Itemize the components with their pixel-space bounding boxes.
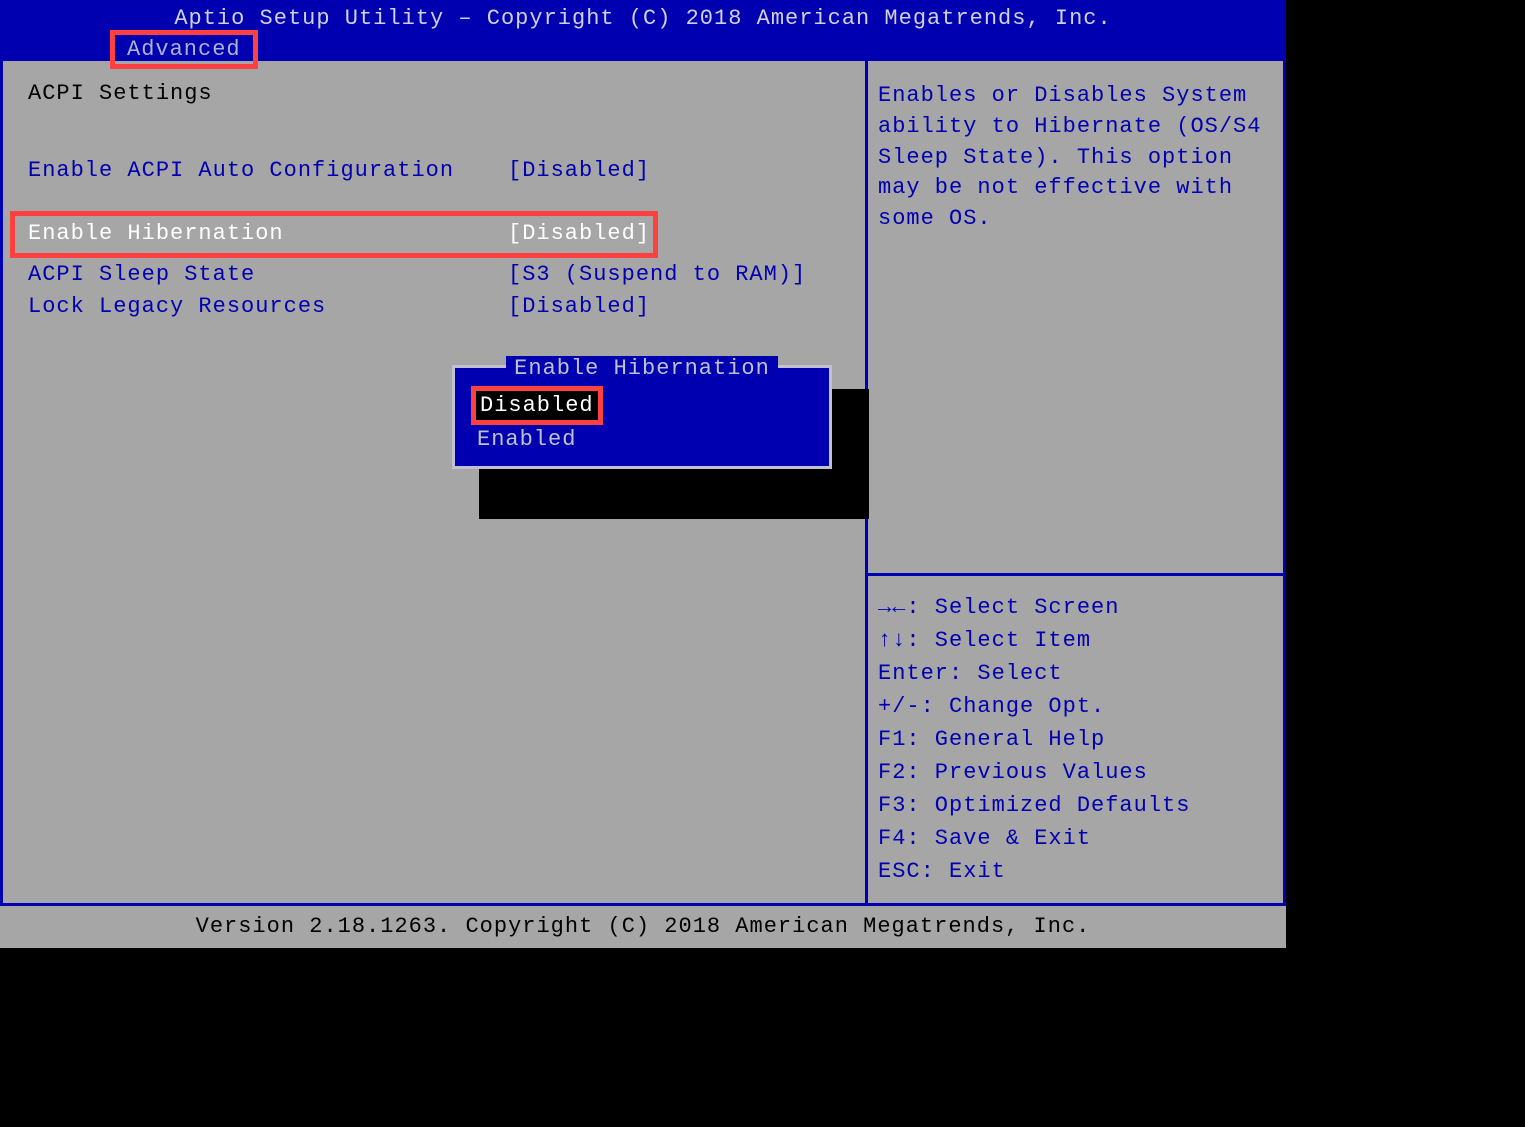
- tab-label: Advanced: [127, 37, 241, 62]
- key-esc-exit: ESC: Exit: [878, 855, 1273, 888]
- setting-value: [Disabled]: [508, 156, 840, 187]
- setting-label: Enable Hibernation: [28, 219, 508, 250]
- header-bar: Aptio Setup Utility – Copyright (C) 2018…: [0, 0, 1286, 58]
- key-optimized-defaults: F3: Optimized Defaults: [878, 789, 1273, 822]
- key-select-screen: →←: Select Screen: [878, 591, 1273, 624]
- footer-bar: Version 2.18.1263. Copyright (C) 2018 Am…: [0, 906, 1286, 948]
- key-help-area: →←: Select Screen ↑↓: Select Item Enter:…: [868, 573, 1283, 903]
- help-panel: Enables or Disables System ability to Hi…: [868, 61, 1286, 903]
- popup-enable-hibernation: Enable Hibernation Disabled Enabled: [452, 365, 832, 469]
- setting-label: Lock Legacy Resources: [28, 292, 508, 323]
- section-title: ACPI Settings: [28, 81, 840, 106]
- settings-panel: ACPI Settings Enable ACPI Auto Configura…: [0, 61, 868, 903]
- key-change-opt: +/-: Change Opt.: [878, 690, 1273, 723]
- popup-option-disabled[interactable]: Disabled: [473, 386, 819, 425]
- bios-setup-screen: Aptio Setup Utility – Copyright (C) 2018…: [0, 0, 1286, 948]
- header-title: Aptio Setup Utility – Copyright (C) 2018…: [0, 4, 1286, 31]
- setting-value: [Disabled]: [508, 292, 840, 323]
- setting-value: [S3 (Suspend to RAM)]: [508, 260, 840, 291]
- key-enter-select: Enter: Select: [878, 657, 1273, 690]
- popup-option-label: Enabled: [473, 425, 580, 454]
- help-text: Enables or Disables System ability to Hi…: [868, 61, 1283, 573]
- popup-option-label: Disabled: [471, 386, 603, 425]
- key-save-exit: F4: Save & Exit: [878, 822, 1273, 855]
- popup-option-enabled[interactable]: Enabled: [473, 425, 819, 454]
- setting-acpi-auto-config[interactable]: Enable ACPI Auto Configuration [Disabled…: [28, 156, 840, 187]
- setting-label: ACPI Sleep State: [28, 260, 508, 291]
- setting-value: [Disabled]: [508, 219, 653, 250]
- key-general-help: F1: General Help: [878, 723, 1273, 756]
- setting-enable-hibernation[interactable]: Enable Hibernation [Disabled]: [10, 211, 658, 258]
- key-select-item: ↑↓: Select Item: [878, 624, 1273, 657]
- setting-lock-legacy-resources[interactable]: Lock Legacy Resources [Disabled]: [28, 292, 840, 323]
- popup-title: Enable Hibernation: [465, 356, 819, 381]
- setting-label: Enable ACPI Auto Configuration: [28, 156, 508, 187]
- main-area: ACPI Settings Enable ACPI Auto Configura…: [0, 58, 1286, 906]
- setting-acpi-sleep-state[interactable]: ACPI Sleep State [S3 (Suspend to RAM)]: [28, 260, 840, 291]
- key-previous-values: F2: Previous Values: [878, 756, 1273, 789]
